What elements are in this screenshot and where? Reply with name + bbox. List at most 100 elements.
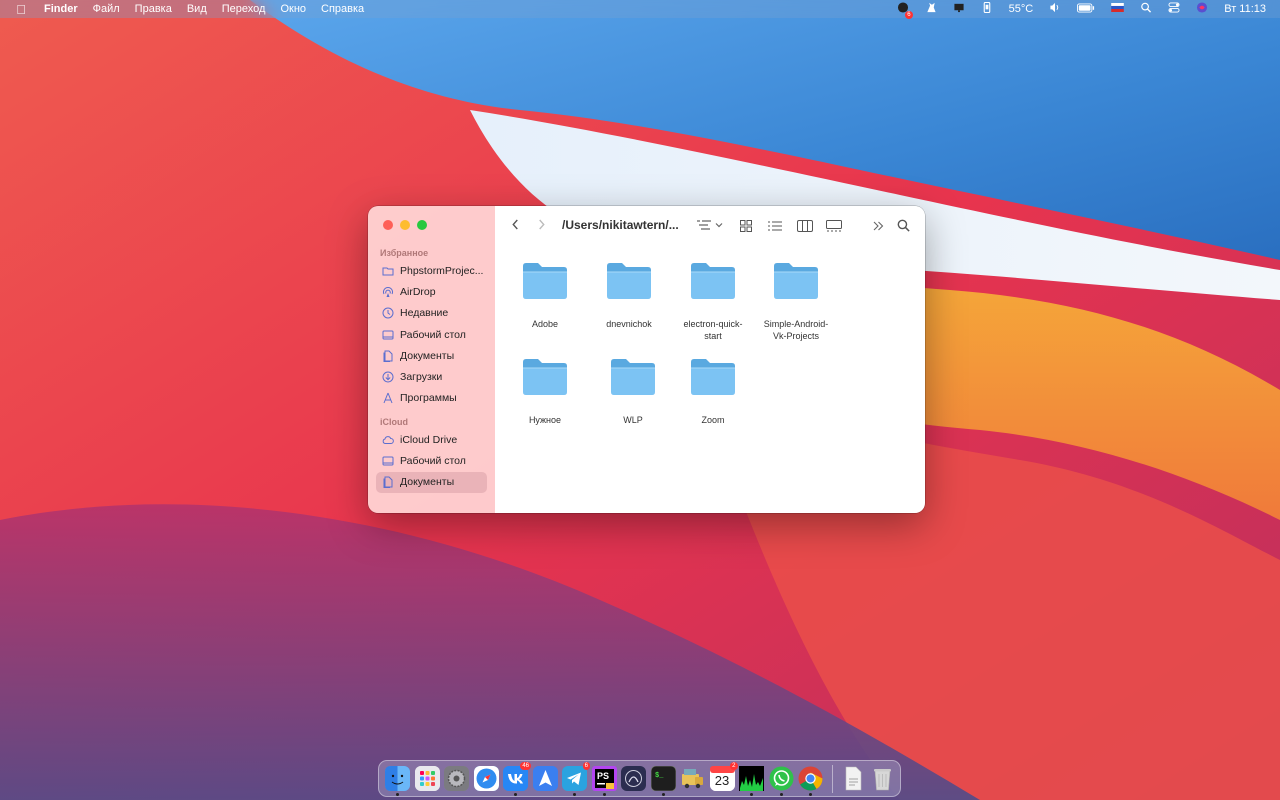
sidebar-item-label: PhpstormProjec... (400, 264, 484, 277)
menu-app-name[interactable]: Finder (44, 3, 78, 15)
sidebar-item-applications[interactable]: Программы (368, 388, 487, 409)
chevron-right-icon (539, 219, 545, 230)
tray-notification-icon[interactable]: 6 (897, 2, 913, 19)
sidebar-item-label: Недавние (400, 307, 449, 320)
menu-window[interactable]: Окно (280, 3, 306, 15)
calendar-day: 23 (714, 773, 730, 788)
sidebar-item-icloud-desktop[interactable]: Рабочий стол (368, 450, 487, 471)
menu-help[interactable]: Справка (321, 3, 364, 15)
running-indicator (514, 793, 517, 796)
dock-maps-icon[interactable] (532, 766, 558, 791)
running-indicator (396, 793, 399, 796)
window-title-path: /Users/nikitawtern/... (562, 218, 679, 232)
tray-input-language-flag-icon[interactable] (1111, 3, 1125, 15)
dock-terminal-icon[interactable]: $_ (650, 766, 676, 796)
dock-phpstorm-icon[interactable]: PS (591, 766, 617, 796)
toolbar-overflow-button[interactable] (872, 220, 884, 232)
icon-view-button[interactable] (740, 220, 752, 232)
folder-name: Simple-Android-Vk-Projects (763, 319, 829, 341)
sidebar-item-icloud-drive[interactable]: iCloud Drive (368, 429, 487, 450)
sidebar-item-label: Документы (400, 349, 455, 362)
back-button[interactable] (511, 218, 520, 231)
clock-icon (382, 307, 394, 319)
menu-go[interactable]: Переход (222, 3, 266, 15)
dock-system-preferences-icon[interactable] (444, 766, 469, 791)
fullscreen-window-button[interactable] (417, 220, 427, 230)
tray-battery-icon[interactable] (1077, 3, 1095, 16)
dock-launchpad-icon[interactable] (414, 766, 440, 791)
dock-vk-icon[interactable]: 46 (503, 762, 531, 796)
tray-control-center-icon[interactable] (1168, 2, 1180, 16)
svg-text:$_: $_ (655, 772, 664, 780)
tray-volume-icon[interactable] (1049, 2, 1061, 16)
list-view-button[interactable] (768, 220, 782, 232)
dock-trash-icon[interactable] (870, 766, 895, 791)
sidebar-item-documents[interactable]: Документы (368, 345, 487, 366)
dock-whatsapp-icon[interactable] (769, 766, 794, 796)
dock-calendar-icon[interactable]: 23 2 (709, 762, 738, 791)
tray-spotlight-icon[interactable] (1140, 2, 1152, 16)
dock-telegram-icon[interactable]: 6 (562, 762, 590, 796)
folder-item[interactable]: Adobe (503, 262, 587, 330)
gallery-view-button[interactable] (826, 220, 842, 232)
tray-display-icon[interactable] (953, 2, 965, 16)
chevron-left-icon (512, 219, 518, 230)
close-window-button[interactable] (383, 220, 393, 230)
sidebar-item-airdrop[interactable]: AirDrop (368, 281, 487, 302)
folder-item[interactable]: Zoom (671, 358, 755, 426)
dock-transmit-icon[interactable] (680, 766, 705, 791)
tray-cat-icon[interactable] (925, 2, 937, 16)
running-indicator (602, 793, 606, 796)
dock-alfred-icon[interactable] (621, 766, 646, 791)
dock-activity-monitor-icon[interactable] (739, 766, 764, 796)
folder-item[interactable]: WLP (591, 358, 675, 426)
running-indicator (809, 793, 812, 796)
sidebar-item-desktop[interactable]: Рабочий стол (368, 324, 487, 345)
column-view-button[interactable] (797, 220, 813, 232)
folder-name: electron-quick-start (683, 319, 743, 341)
menu-file[interactable]: Файл (93, 3, 120, 15)
folder-item[interactable]: dnevnichok (587, 262, 671, 330)
tray-clock[interactable]: Вт 11:13 (1224, 3, 1266, 15)
folder-name: dnevnichok (606, 319, 652, 329)
group-by-button[interactable] (696, 219, 724, 231)
dock-chrome-icon[interactable] (798, 766, 823, 796)
dock-safari-icon[interactable] (473, 766, 499, 791)
folder-icon (382, 265, 394, 277)
tray-phone-icon[interactable] (981, 2, 993, 16)
forward-button[interactable] (537, 218, 546, 231)
finder-sidebar: Избранное PhpstormProjec... AirDrop Неда… (368, 206, 495, 513)
folder-icon (691, 263, 735, 299)
search-button[interactable] (897, 219, 910, 232)
folder-name: Zoom (701, 415, 725, 425)
folder-item[interactable]: Simple-Android-Vk-Projects (754, 262, 838, 342)
tray-notification-badge: 6 (905, 11, 913, 19)
folder-name: Adobe (531, 319, 559, 329)
finder-content: /Users/nikitawtern/... Adobe dnevnichok … (495, 206, 925, 513)
sidebar-item-phpstorm-projects[interactable]: PhpstormProjec... (368, 260, 487, 281)
dock: 46 6 PS $_ 23 2 (378, 760, 901, 797)
calendar-badge: 2 (730, 762, 738, 770)
menu-view[interactable]: Вид (187, 3, 207, 15)
apps-icon (382, 392, 394, 404)
minimize-window-button[interactable] (400, 220, 410, 230)
folder-item[interactable]: Нужное (503, 358, 587, 426)
tray-temperature[interactable]: 55°C (1009, 3, 1034, 15)
apple-menu-icon[interactable]:  (14, 2, 28, 17)
folder-name: Нужное (528, 415, 562, 425)
folder-icon (523, 263, 567, 299)
sidebar-item-label: Документы (400, 476, 455, 489)
tray-siri-icon[interactable] (1196, 2, 1208, 16)
sidebar-item-label: AirDrop (400, 285, 436, 298)
list-sort-icon (697, 220, 723, 230)
sidebar-section-icloud: iCloud (380, 417, 408, 428)
folder-item[interactable]: electron-quick-start (671, 262, 755, 342)
menu-edit[interactable]: Правка (135, 3, 172, 15)
sidebar-item-downloads[interactable]: Загрузки (368, 366, 487, 387)
dock-document-icon[interactable] (841, 766, 866, 791)
sidebar-section-favorites: Избранное (380, 248, 429, 258)
sidebar-item-icloud-documents[interactable]: Документы (376, 471, 487, 493)
dock-finder-icon[interactable] (385, 766, 410, 796)
sidebar-item-recents[interactable]: Недавние (368, 303, 487, 324)
sidebar-item-label: Рабочий стол (400, 455, 466, 468)
